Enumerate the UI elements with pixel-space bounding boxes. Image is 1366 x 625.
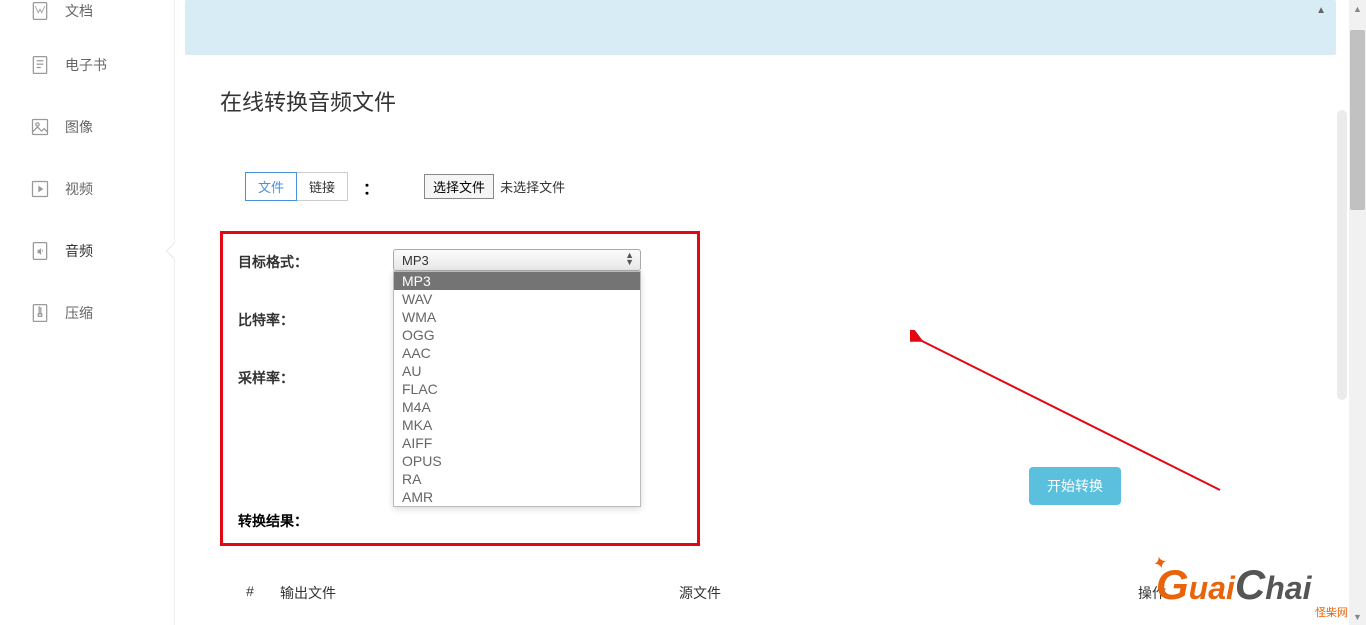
format-dropdown-list: MP3 WAV WMA OGG AAC AU FLAC M4A MKA AIFF… [393,271,641,507]
document-icon [30,0,50,22]
col-number: # [220,583,280,603]
archive-icon [30,302,50,324]
select-value: MP3 [402,253,429,268]
dropdown-option-wav[interactable]: WAV [394,290,640,308]
dropdown-option-mka[interactable]: MKA [394,416,640,434]
file-status-text: 未选择文件 [500,177,565,196]
col-source: 源文件 [560,583,840,603]
tab-link[interactable]: 链接 [296,172,348,201]
page-title: 在线转换音频文件 [220,85,1301,117]
main-content: ▲ 在线转换音频文件 文件 链接 ： 选择文件 未选择文件 目标格式： MP3 … [175,0,1346,625]
sidebar: 文档 电子书 图像 视频 音频 压缩 [0,0,175,625]
info-banner: ▲ [185,0,1336,55]
site-logo-watermark: ✦ GuaiChai 怪柴网 [1156,561,1356,620]
tab-file[interactable]: 文件 [245,172,297,201]
dropdown-option-ogg[interactable]: OGG [394,326,640,344]
dropdown-option-ra[interactable]: RA [394,470,640,488]
target-format-row: 目标格式： MP3 ▲▼ [238,249,687,272]
target-format-label: 目标格式： [238,249,393,272]
dropdown-option-amr[interactable]: AMR [394,488,640,506]
sidebar-item-ebook[interactable]: 电子书 [0,34,174,96]
sidebar-label: 文档 [65,1,93,21]
target-format-select[interactable]: MP3 ▲▼ [393,249,641,271]
sidebar-item-image[interactable]: 图像 [0,96,174,158]
dropdown-option-aac[interactable]: AAC [394,344,640,362]
sidebar-item-document[interactable]: 文档 [0,0,174,34]
sidebar-item-audio[interactable]: 音频 [0,220,174,282]
dropdown-option-au[interactable]: AU [394,362,640,380]
form-section: 文件 链接 ： 选择文件 未选择文件 目标格式： MP3 ▲▼ MP3 [220,172,1301,546]
sample-rate-label: 采样率： [238,365,393,388]
sidebar-label: 图像 [65,117,93,137]
result-label: 转换结果： [238,511,308,531]
sidebar-label: 视频 [65,179,93,199]
sidebar-label: 电子书 [65,55,107,75]
image-icon [30,116,50,138]
ebook-icon [30,54,50,76]
sidebar-item-video[interactable]: 视频 [0,158,174,220]
sidebar-label: 音频 [65,241,93,261]
dropdown-option-m4a[interactable]: M4A [394,398,640,416]
col-output: 输出文件 [280,583,560,603]
start-convert-button[interactable]: 开始转换 [1029,467,1121,505]
sidebar-item-archive[interactable]: 压缩 [0,282,174,344]
scrollbar-up-arrow-icon[interactable]: ▲ [1349,0,1366,17]
results-table-header: # 输出文件 源文件 操作 [220,577,1301,609]
bitrate-label: 比特率： [238,307,393,330]
dropdown-option-wma[interactable]: WMA [394,308,640,326]
sidebar-label: 压缩 [65,303,93,323]
window-scrollbar[interactable]: ▲ ▼ [1349,0,1366,625]
dropdown-option-opus[interactable]: OPUS [394,452,640,470]
content-area: 在线转换音频文件 文件 链接 ： 选择文件 未选择文件 目标格式： MP3 ▲▼ [175,55,1346,576]
select-arrows-icon: ▲▼ [625,252,634,266]
logo-uai: uai [1189,570,1235,606]
separator: ： [363,175,379,199]
dropdown-option-aiff[interactable]: AIFF [394,434,640,452]
source-tabs-row: 文件 链接 ： 选择文件 未选择文件 [220,172,1301,201]
scrollbar-thumb[interactable] [1350,30,1365,210]
logo-letter-c: C [1235,561,1265,608]
logo-hai: hai [1265,570,1311,606]
dropdown-option-mp3[interactable]: MP3 [394,272,640,290]
video-icon [30,178,50,200]
audio-icon [30,240,50,262]
content-scrollbar-thumb[interactable] [1337,110,1347,400]
highlighted-options-box: 目标格式： MP3 ▲▼ MP3 WAV WMA OGG AAC AU FLAC… [220,231,700,546]
banner-up-arrow-icon[interactable]: ▲ [1316,5,1326,16]
dropdown-option-flac[interactable]: FLAC [394,380,640,398]
choose-file-button[interactable]: 选择文件 [424,174,494,199]
